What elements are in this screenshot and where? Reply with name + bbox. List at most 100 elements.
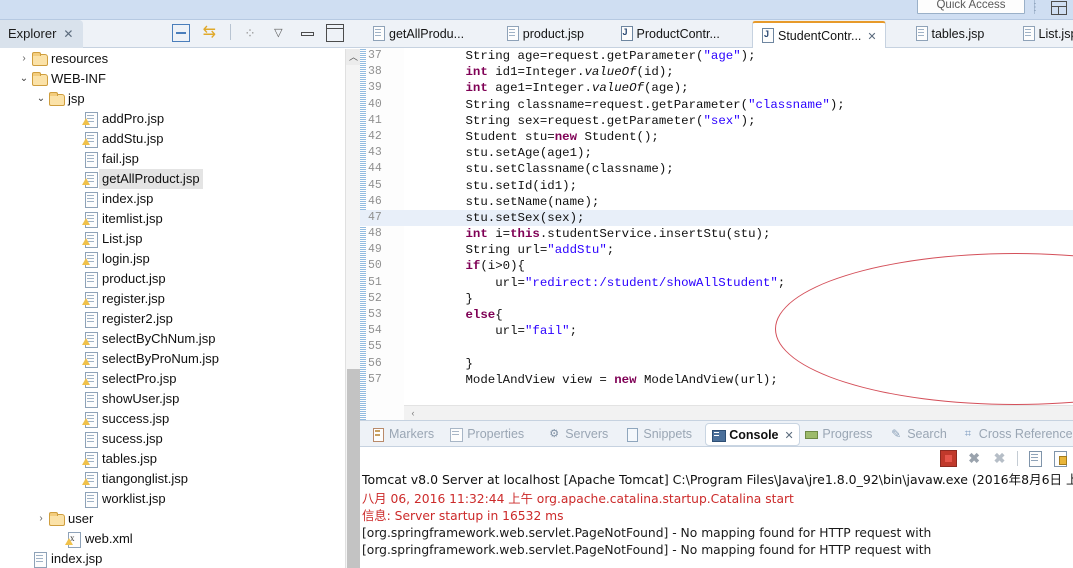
quick-access-field[interactable]: Quick Access <box>917 0 1025 14</box>
console-tab[interactable]: ⌗ Cross References <box>956 423 1073 446</box>
code-line[interactable]: 51 url="redirect:/student/showAllStudent… <box>360 275 1073 291</box>
tree-item[interactable]: product.jsp <box>0 269 344 289</box>
project-explorer-panel: Explorer ✕ ⇆ ⁘ ▽ › resources ⌄ WEB-INF ⌄ jsp ad… <box>0 20 361 568</box>
remove-all-terminated-icon[interactable]: ✖ <box>991 450 1008 467</box>
code-line[interactable]: 45 stu.setId(id1); <box>360 178 1073 194</box>
chevron-right-icon[interactable]: › <box>17 49 31 69</box>
close-icon[interactable]: ✕ <box>867 31 876 43</box>
code-line[interactable]: 50 if(i>0){ <box>360 258 1073 274</box>
explorer-vertical-scrollbar[interactable]: ︿ <box>345 49 361 568</box>
chevron-right-icon[interactable]: › <box>34 509 48 529</box>
console-tab[interactable]: Snippets <box>620 423 697 446</box>
tree-item[interactable]: register.jsp <box>0 289 344 309</box>
chevron-down-icon[interactable]: ⌄ <box>34 89 48 109</box>
tree-item[interactable]: › user <box>0 509 344 529</box>
java-file-icon: J <box>620 26 633 42</box>
tree-item[interactable]: register2.jsp <box>0 309 344 329</box>
code-line[interactable]: 46 stu.setName(name); <box>360 194 1073 210</box>
editor-tab[interactable]: J StudentContr... ✕ <box>752 21 886 48</box>
code-line[interactable]: 41 String sex=request.getParameter("sex"… <box>360 113 1073 129</box>
tree-item[interactable]: List.jsp <box>0 229 344 249</box>
tree-item[interactable]: selectByProNum.jsp <box>0 349 344 369</box>
code-line[interactable]: 43 stu.setAge(age1); <box>360 145 1073 161</box>
code-line[interactable]: 54 url="fail"; <box>360 323 1073 339</box>
code-line[interactable]: 49 String url="addStu"; <box>360 242 1073 258</box>
view-menu-icon[interactable]: ▽ <box>269 24 287 42</box>
tree-item[interactable]: worklist.jsp <box>0 489 344 509</box>
editor-tab[interactable]: product.jsp <box>498 21 592 48</box>
open-console-icon[interactable] <box>1027 450 1044 467</box>
code-line[interactable]: 57 ModelAndView view = new ModelAndView(… <box>360 372 1073 388</box>
code-line[interactable]: 56 } <box>360 356 1073 372</box>
open-perspective-icon[interactable] <box>1051 1 1067 15</box>
collapse-all-icon[interactable] <box>171 24 190 42</box>
scrollbar-thumb[interactable] <box>347 369 360 568</box>
code-line[interactable]: 52 } <box>360 291 1073 307</box>
chevron-down-icon[interactable]: ⌄ <box>17 69 31 89</box>
tree-item[interactable]: x web.xml <box>0 529 344 549</box>
tree-item[interactable]: sucess.jsp <box>0 429 344 449</box>
tree-item[interactable]: addStu.jsp <box>0 129 344 149</box>
scroll-up-icon[interactable]: ︿ <box>346 49 361 65</box>
toolbar-divider <box>229 24 231 40</box>
code-line[interactable]: 53 else{ <box>360 307 1073 323</box>
project-tree[interactable]: › resources ⌄ WEB-INF ⌄ jsp addPro.jsp addStu.j… <box>0 49 344 568</box>
editor-tab[interactable]: J ProductContr... <box>612 21 728 48</box>
tree-item[interactable]: tables.jsp <box>0 449 344 469</box>
source-code[interactable]: 37 String age=request.getParameter("age"… <box>360 48 1073 420</box>
code-line[interactable]: 42 Student stu=new Student(); <box>360 129 1073 145</box>
console-tab-row: Markers Properties ⚙ Servers Snippets Console… <box>360 420 1073 447</box>
editor-tab[interactable]: List.jsp <box>1014 21 1073 48</box>
tree-item[interactable]: selectPro.jsp <box>0 369 344 389</box>
code-line[interactable]: 47 stu.setSex(sex); <box>360 209 1073 227</box>
code-line[interactable]: 40 String classname=request.getParameter… <box>360 97 1073 113</box>
code-line[interactable]: 55 <box>360 339 1073 355</box>
editor-horizontal-scrollbar[interactable]: ‹ <box>404 405 1073 420</box>
console-tab[interactable]: Properties <box>444 423 529 446</box>
code-line[interactable]: 39 int age1=Integer.valueOf(age); <box>360 80 1073 96</box>
code-line[interactable]: 44 stu.setClassname(classname); <box>360 161 1073 177</box>
view-menu-dots-icon[interactable]: ⁘ <box>241 24 259 42</box>
close-icon[interactable]: ✕ <box>63 20 73 48</box>
console-tab[interactable]: Progress <box>799 423 877 446</box>
tree-item[interactable]: index.jsp <box>0 549 344 568</box>
tree-item[interactable]: › resources <box>0 49 344 69</box>
tree-item[interactable]: tiangonglist.jsp <box>0 469 344 489</box>
tree-item[interactable]: addPro.jsp <box>0 109 344 129</box>
tree-item[interactable]: fail.jsp <box>0 149 344 169</box>
console-tab[interactable]: ✎ Search <box>884 423 952 446</box>
minimize-icon[interactable] <box>298 24 316 42</box>
console-tab[interactable]: Markers <box>366 423 439 446</box>
tree-item[interactable]: index.jsp <box>0 189 344 209</box>
console-tab-label: Console <box>729 428 779 442</box>
console-tab[interactable]: ⚙ Servers <box>542 423 613 446</box>
scroll-left-icon[interactable]: ‹ <box>406 406 420 420</box>
editor-tab[interactable]: getAllProdu... <box>364 21 472 48</box>
editor-tab[interactable]: tables.jsp <box>907 21 993 48</box>
close-icon[interactable]: ✕ <box>785 430 794 442</box>
remove-launch-icon[interactable]: ✖ <box>966 450 983 467</box>
tree-item[interactable]: itemlist.jsp <box>0 209 344 229</box>
line-number: 41 <box>368 113 382 127</box>
console-tab[interactable]: Console ✕ <box>705 423 800 446</box>
pin-console-icon[interactable] <box>1052 450 1069 467</box>
terminate-icon[interactable] <box>940 450 958 467</box>
code-line[interactable]: 48 int i=this.studentService.insertStu(s… <box>360 226 1073 242</box>
code-line[interactable]: 37 String age=request.getParameter("age"… <box>360 48 1073 64</box>
file-icon <box>82 490 99 508</box>
link-with-editor-icon[interactable]: ⇆ <box>200 24 218 42</box>
tab-explorer[interactable]: Explorer ✕ <box>0 20 84 48</box>
toolbar-overflow-dots-icon[interactable]: ⋮ <box>1030 2 1040 13</box>
tree-item[interactable]: login.jsp <box>0 249 344 269</box>
tree-item[interactable]: selectByChNum.jsp <box>0 329 344 349</box>
tree-item[interactable]: ⌄ WEB-INF <box>0 69 344 89</box>
tree-item[interactable]: showUser.jsp <box>0 389 344 409</box>
tree-item[interactable]: success.jsp <box>0 409 344 429</box>
tree-item[interactable]: getAllProduct.jsp <box>0 169 344 189</box>
maximize-icon[interactable] <box>326 24 344 42</box>
tree-item[interactable]: ⌄ jsp <box>0 89 344 109</box>
file-icon <box>82 190 99 208</box>
code-editor[interactable]: 37 String age=request.getParameter("age"… <box>360 48 1073 420</box>
code-line[interactable]: 38 int id1=Integer.valueOf(id); <box>360 64 1073 80</box>
console-output[interactable]: Tomcat v8.0 Server at localhost [Apache … <box>360 472 1073 568</box>
